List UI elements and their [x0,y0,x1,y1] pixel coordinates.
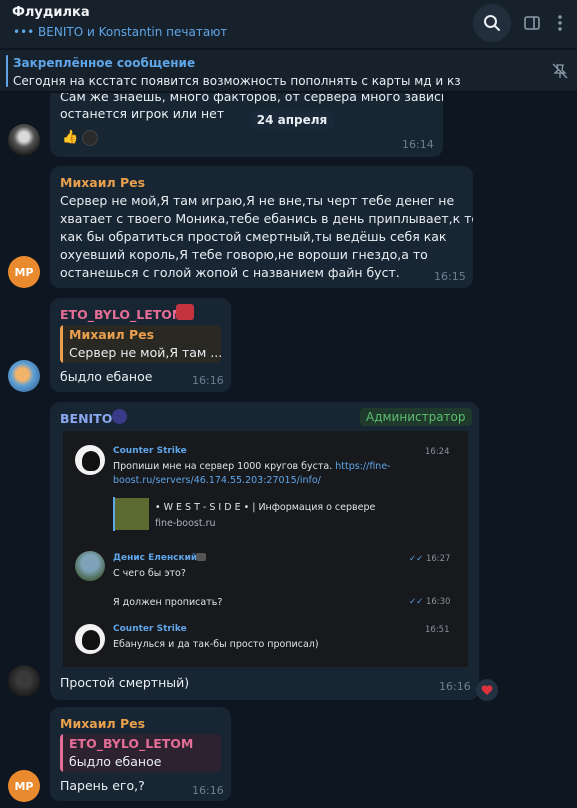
embedded-sender: Counter Strike [113,624,187,634]
link-preview-title: • W E S T - S I D E • | Информация о сер… [155,502,376,513]
admin-badge: Администратор [360,408,472,426]
reply-bar [60,734,63,772]
avatar[interactable]: MP [8,256,40,288]
chat-header[interactable]: Флудилка ••• BENITO и Konstantin печатаю… [0,0,577,48]
read-check-icon: ✓✓ [409,554,424,564]
embedded-sender: Денис Еленский [113,553,198,563]
avatar [75,624,105,654]
avatar[interactable] [8,360,40,392]
message-time: 16:16 [192,374,224,387]
typing-status: ••• BENITO и Konstantin печатают [13,25,228,39]
embedded-time: 16:51 [425,625,450,635]
sidebar-toggle-button[interactable] [513,4,551,42]
avatar[interactable] [8,124,40,156]
date-separator: 24 апреля [249,109,335,131]
message-time: 16:16 [192,784,224,797]
embedded-link: https://fine- [335,461,391,472]
pinned-message-bar[interactable]: Закреплённое сообщение Сегодня на ксстат… [0,50,577,92]
avatar[interactable] [8,665,40,697]
pinned-indicator [6,55,8,87]
message-bubble[interactable]: Сам же знаешь, много факторов, от сервер… [50,93,443,157]
search-button[interactable] [473,4,511,42]
message-text: Простой смертный) [60,675,190,690]
message-text-line: как бы обратиться простой смертный,ты ве… [60,229,447,244]
embedded-time-value: 16:30 [425,597,451,607]
reply-sender: Михаил Pes [69,327,155,342]
reply-preview[interactable]: Михаил Pes Сервер не мой,Я там ... [60,325,221,363]
embedded-link: boost.ru/servers/46.174.55.203:27015/inf… [113,475,321,486]
embedded-text: Ебанулься и да так-бы просто прописал) [113,639,319,650]
reply-sender: ETO_BYLO_LETOM [69,736,194,751]
message-text-line: останется игрок или нет [60,106,225,121]
message-text: Парень его,? [60,778,145,793]
embedded-text: С чего бы это? [113,568,186,579]
heart-icon [481,685,493,695]
sender-name[interactable]: Михаил Pes [60,716,145,731]
embedded-time: ✓✓ 16:27 [409,554,450,564]
avatar[interactable]: MP [8,770,40,802]
reply-text: быдло ебаное [69,754,162,769]
sender-name[interactable]: BENITO [60,411,112,426]
message-text-line: останешься с голой жопой с названием фай… [60,265,400,280]
message-text-line: охуевший король,Я тебе говорю,не вороши … [60,247,428,262]
avatar [75,445,105,475]
unpin-button[interactable] [551,63,569,83]
sender-name[interactable]: ETO_BYLO_LETOM [60,307,184,322]
link-preview-site: fine-boost.ru [155,518,216,529]
message-bubble[interactable]: Михаил Pes Сервер не мой,Я там играю,Я н… [50,166,473,288]
reaction-group[interactable]: 👍 [58,128,102,150]
search-icon [484,15,500,31]
embedded-time: 16:24 [425,447,450,457]
link-preview-thumbnail [115,498,149,530]
sender-badge-icon [176,304,194,320]
message-text: быдло ебаное [60,369,153,384]
reply-bar [60,325,63,363]
message-bubble[interactable]: Михаил Pes ETO_BYLO_LETOM быдло ебаное П… [50,707,231,801]
sender-badge-icon [112,409,127,424]
reaction-button[interactable] [476,679,498,701]
message-text-line: хватает с твоего Моника,тебе ебанись в д… [60,211,473,226]
reply-text: Сервер не мой,Я там ... [69,345,221,360]
message-time: 16:15 [434,270,466,283]
attached-screenshot[interactable]: Counter Strike 16:24 Пропиши мне на серв… [63,431,468,667]
unpin-icon [552,63,568,79]
embedded-time-value: 16:27 [425,554,451,564]
chat-title[interactable]: Флудилка [12,5,90,20]
embedded-text: Я должен прописать? [113,597,223,608]
read-check-icon: ✓✓ [409,597,424,607]
pinned-text: Сегодня на ксстатс появится возможность … [13,74,461,88]
embedded-text: Пропиши мне на сервер 1000 кругов буста.… [113,460,391,474]
thumbs-up-icon: 👍 [62,130,79,145]
embedded-time: ✓✓ 16:30 [409,597,450,607]
chat-window: Флудилка ••• BENITO и Konstantin печатаю… [0,0,577,808]
embedded-sender: Counter Strike [113,446,187,456]
reactor-avatar [82,130,98,146]
avatar [75,551,105,581]
message-text-line: Сервер не мой,Я там играю,Я не вне,ты че… [60,193,455,208]
reply-preview[interactable]: ETO_BYLO_LETOM быдло ебаное [60,734,221,772]
sender-name[interactable]: Михаил Pes [60,175,145,190]
sender-badge-icon [196,553,206,561]
message-time: 16:16 [439,680,471,693]
more-button[interactable] [548,4,572,42]
pinned-title: Закреплённое сообщение [13,56,196,70]
message-bubble[interactable]: ETO_BYLO_LETOM Михаил Pes Сервер не мой,… [50,298,231,392]
message-time: 16:14 [402,138,434,151]
embedded-text-part: Пропиши мне на сервер 1000 кругов буста. [113,461,336,472]
sidebar-icon [524,16,540,30]
more-icon [558,15,562,31]
